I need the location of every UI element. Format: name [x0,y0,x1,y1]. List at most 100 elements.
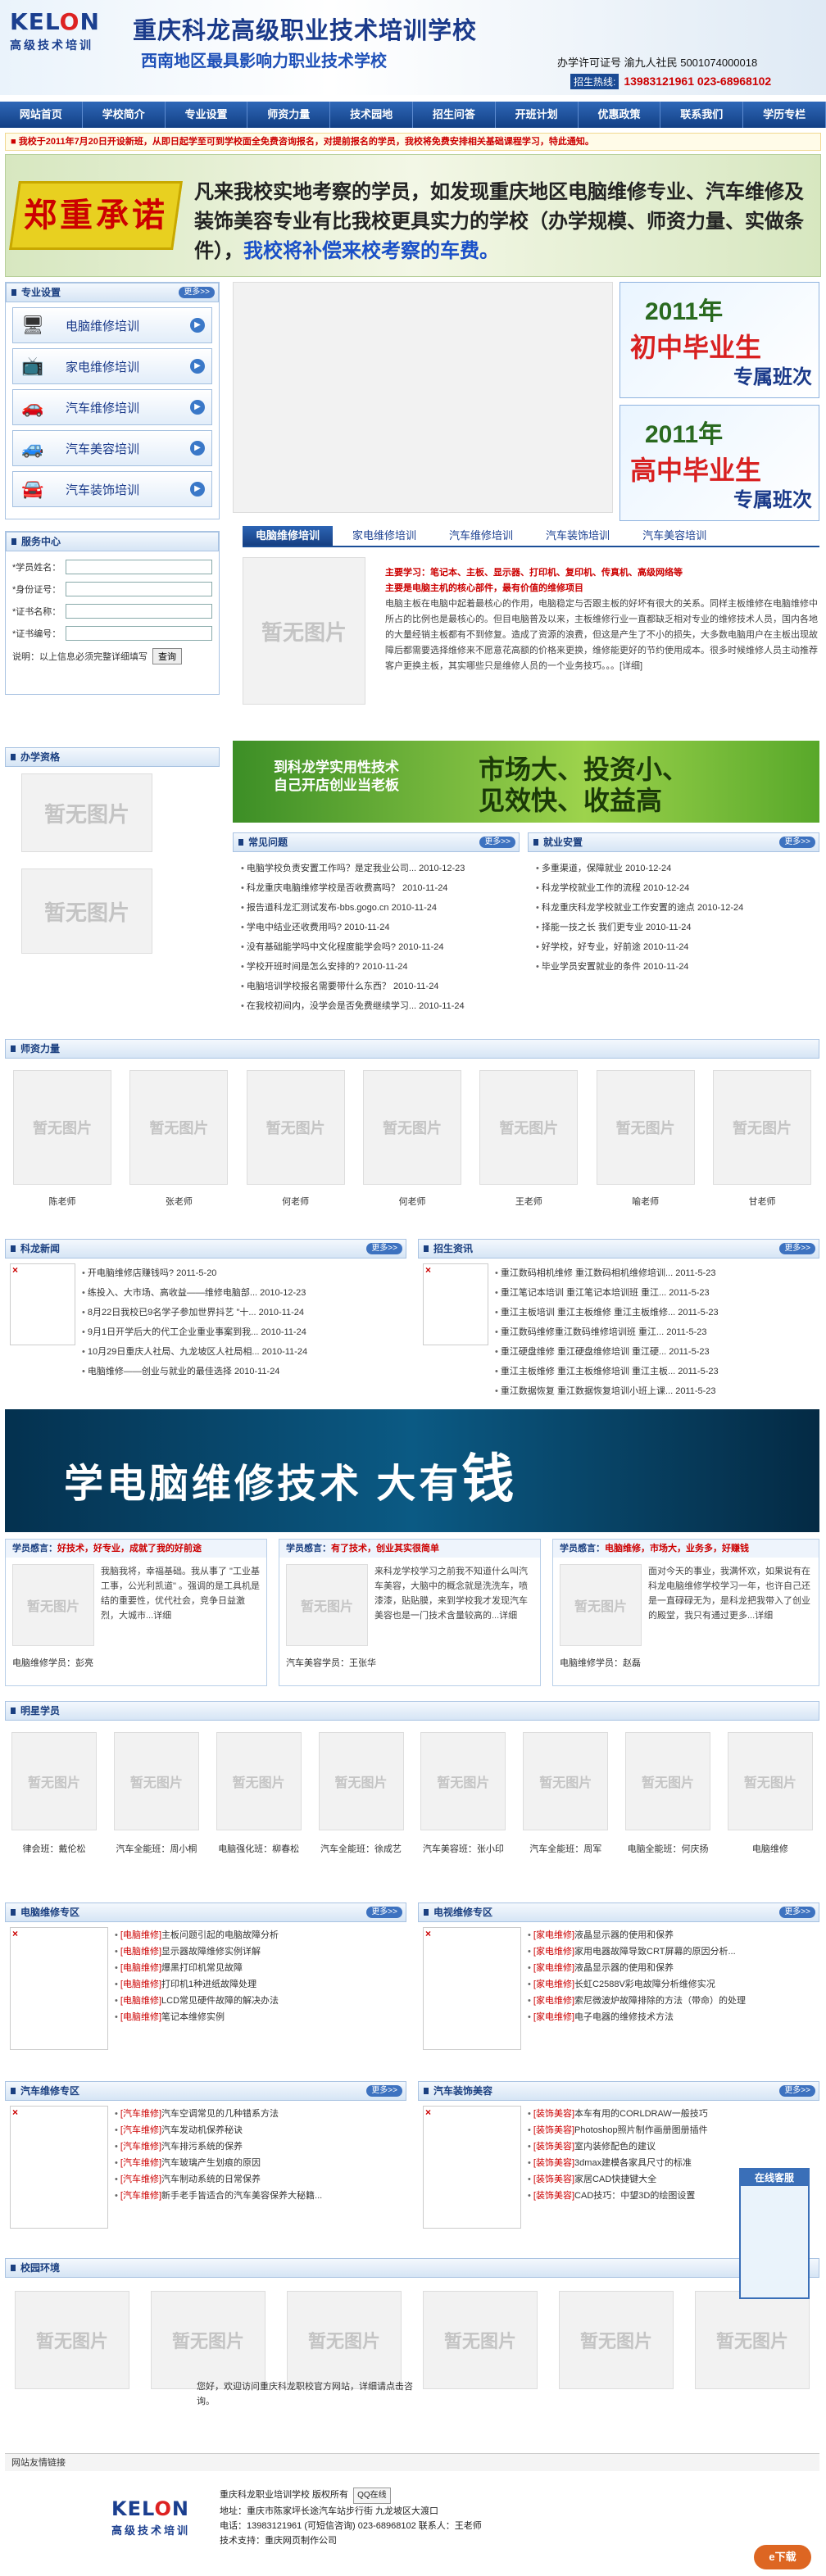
campus-photo[interactable]: 暂无图片 [423,2291,538,2389]
nav-item-faq[interactable]: 招生问答 [413,102,496,128]
cert-name-input[interactable] [66,604,212,619]
list-item[interactable]: 重江数据恢复 重江数据恢复培训小班上课... 2011-5-23 [495,1381,815,1401]
list-item[interactable]: [家电维修]长虹C2588V彩电故障分析维修实况 [528,1976,815,1993]
notice-marquee[interactable]: ■ 我校于2011年7月20日开设新班，从即日起学至可到学校面全免费咨询报名，对… [5,133,821,151]
list-item[interactable]: 重江主板培训 重江主板维修 重江主板维修... 2011-5-23 [495,1303,815,1322]
list-item[interactable]: [电脑维修]LCD常见硬件故障的解决办法 [115,1993,402,2009]
promo-senior-grad[interactable]: 2011年 高中毕业生 专属班次 [620,405,819,521]
list-item[interactable]: 学校开班时间是怎么安排的? 2010-11-24 [241,957,511,977]
nav-item-contact[interactable]: 联系我们 [660,102,744,128]
campus-photo[interactable]: 暂无图片 [15,2291,129,2389]
student-card[interactable]: 暂无图片 汽车全能班：周小桐 [113,1732,199,1855]
teacher-card[interactable]: 暂无图片 喻老师 [596,1070,695,1208]
list-item[interactable]: [汽车维修]汽车排污系统的保养 [115,2138,402,2155]
slideshow[interactable] [233,282,613,513]
site-logo[interactable]: KELON 高级技术培训 [10,8,125,69]
list-item[interactable]: 8月22日我校已9名学子参加世界抖艺 "十... 2010-11-24 [82,1303,402,1322]
list-item[interactable]: 择能一技之长 我们更专业 2010-11-24 [536,918,811,937]
student-name-input[interactable] [66,560,212,574]
teacher-card[interactable]: 暂无图片 何老师 [362,1070,461,1208]
cert-number-input[interactable] [66,626,212,641]
more-button[interactable]: 更多>> [366,1907,402,1918]
list-item[interactable]: 重江笔记本培训 重江笔记本培训班 重江... 2011-5-23 [495,1283,815,1303]
list-item[interactable]: [电脑维修]打印机1种进纸故障处理 [115,1976,402,1993]
list-item[interactable]: [家电维修]索尼微波炉故障排除的方法（带命）的处理 [528,1993,815,2009]
campus-welcome-text[interactable]: 您好，欢迎访问重庆科龙职校官方网站，详细请点击咨询。 [197,2379,426,2409]
online-service-float[interactable]: 在线客服 [739,2168,810,2299]
list-item[interactable]: 开电脑维修店赚钱吗? 2011-5-20 [82,1263,402,1283]
list-item[interactable]: [装饰美容]室内装修配色的建议 [528,2138,815,2155]
list-item[interactable]: [家电维修]家用电器故障导致CRT屏幕的原因分析... [528,1943,815,1960]
list-item[interactable]: 在我校初间内，没学会是否免费继续学习... 2010-11-24 [241,996,511,1016]
more-button[interactable]: 更多>> [779,1243,815,1254]
id-number-input[interactable] [66,582,212,596]
more-button[interactable]: 更多>> [366,2085,402,2097]
startup-banner[interactable]: 到科龙学实用性技术 自己开店创业当老板 市场大、投资小、 见效快、收益高 [233,741,819,823]
list-item[interactable]: 9月1日开学后大的代工企业重业事案到我... 2010-11-24 [82,1322,402,1342]
major-item-car-repair[interactable]: 🚗 汽车维修培训 ▶ [12,389,212,425]
list-item[interactable]: [电脑维修]笔记本维修实例 [115,2009,402,2025]
major-item-car-beauty[interactable]: 🚙 汽车美容培训 ▶ [12,430,212,466]
campus-photo[interactable]: 暂无图片 [151,2291,266,2389]
list-item[interactable]: 报告道科龙汇测试发布-bbs.gogo.cn 2010-11-24 [241,898,511,918]
student-card[interactable]: 暂无图片 汽车全能班：周军 [523,1732,609,1855]
list-item[interactable]: 重江数码维修重江数码维修培训班 重江... 2011-5-23 [495,1322,815,1342]
nav-item-majors[interactable]: 专业设置 [166,102,248,128]
student-card[interactable]: 暂无图片 电脑维修 [727,1732,813,1855]
more-button[interactable]: 更多>> [779,2085,815,2097]
friend-links[interactable]: 网站友情链接 [5,2453,819,2471]
nav-item-degree[interactable]: 学历专栏 [743,102,826,128]
promo-junior-grad[interactable]: 2011年 初中毕业生 专属班次 [620,282,819,398]
major-item-car-decor[interactable]: 🚘 汽车装饰培训 ▶ [12,471,212,507]
more-button[interactable]: 更多>> [779,1907,815,1918]
list-item[interactable]: 重江主板维修 重江主板维修培训 重江主板... 2011-5-23 [495,1362,815,1381]
teacher-card[interactable]: 暂无图片 何老师 [246,1070,345,1208]
tab-car-decor[interactable]: 汽车装饰培训 [533,526,623,546]
list-item[interactable]: [汽车维修]汽车玻璃产生划痕的原因 [115,2155,402,2171]
list-item[interactable]: 科龙学校就业工作的流程 2010-12-24 [536,878,811,898]
list-item[interactable]: 没有基础能学吗中文化程度能学会吗? 2010-11-24 [241,937,511,957]
list-item[interactable]: [汽车维修]汽车发动机保养秘诀 [115,2122,402,2138]
list-item[interactable]: 电脑维修——创业与就业的最佳选择 2010-11-24 [82,1362,402,1381]
tab-appliance[interactable]: 家电维修培训 [339,526,429,546]
list-item[interactable]: 10月29日重庆人社局、九龙坡区人社局相... 2010-11-24 [82,1342,402,1362]
nav-item-schedule[interactable]: 开班计划 [496,102,579,128]
list-item[interactable]: 科龙重庆电脑维修学校是否收费高吗？ 2010-11-24 [241,878,511,898]
major-item-appliance[interactable]: 📺 家电维修培训 ▶ [12,348,212,384]
list-item[interactable]: 重江硬盘维修 重江硬盘维修培训 重江硬... 2011-5-23 [495,1342,815,1362]
student-card[interactable]: 暂无图片 汽车美容班：张小印 [420,1732,506,1855]
teacher-card[interactable]: 暂无图片 张老师 [129,1070,229,1208]
list-item[interactable]: [电脑维修]显示器故障维修实例详解 [115,1943,402,1960]
teacher-card[interactable]: 暂无图片 陈老师 [13,1070,111,1208]
nav-item-tech[interactable]: 技术园地 [330,102,413,128]
major-item-computer[interactable]: 🖥 电脑维修培训 ▶ [12,307,212,343]
list-item[interactable]: [装饰美容]本车有用的CORLDRAW一般技巧 [528,2106,815,2122]
tab-car-repair[interactable]: 汽车维修培训 [436,526,526,546]
nav-item-teachers[interactable]: 师资力量 [247,102,331,128]
list-item[interactable]: 电脑学校负责安置工作吗？是定我业公司... 2010-12-23 [241,859,511,878]
computer-repair-banner[interactable]: 学电脑维修技术 大有钱 [5,1409,819,1532]
tab-computer[interactable]: 电脑维修培训 [243,526,334,546]
teacher-card[interactable]: 暂无图片 甘老师 [712,1070,811,1208]
student-card[interactable]: 暂无图片 汽车全能班：徐成艺 [318,1732,404,1855]
list-item[interactable]: 练投入、大市场、高收益——维修电脑部... 2010-12-23 [82,1283,402,1303]
more-button[interactable]: 更多>> [779,837,815,848]
list-item[interactable]: [电脑维修]爆黑打印机常见故障 [115,1960,402,1976]
tab-car-beauty[interactable]: 汽车美容培训 [629,526,719,546]
list-item[interactable]: [装饰美容]Photoshop照片制作画册图册插件 [528,2122,815,2138]
list-item[interactable]: [家电维修]液晶显示器的使用和保养 [528,1927,815,1943]
list-item[interactable]: 科龙重庆科龙学校就业工作安置的途点 2010-12-24 [536,898,811,918]
list-item[interactable]: 好学校，好专业，好前途 2010-11-24 [536,937,811,957]
nav-item-home[interactable]: 网站首页 [0,102,83,128]
more-button[interactable]: 更多>> [479,837,515,848]
campus-photo[interactable]: 暂无图片 [287,2291,402,2389]
list-item[interactable]: [汽车维修]汽车制动系统的日常保养 [115,2171,402,2188]
more-button[interactable]: 更多>> [366,1243,402,1254]
list-item[interactable]: [家电维修]液晶显示器的使用和保养 [528,1960,815,1976]
qq-online-button[interactable]: QQ在线 [353,2488,391,2504]
list-item[interactable]: [家电维修]电子电器的维修技术方法 [528,2009,815,2025]
list-item[interactable]: 学电中结业还收费用吗? 2010-11-24 [241,918,511,937]
query-button[interactable]: 查询 [152,648,182,664]
list-item[interactable]: 毕业学员安置就业的条件 2010-11-24 [536,957,811,977]
student-card[interactable]: 暂无图片 律会班：戴伦松 [11,1732,97,1855]
